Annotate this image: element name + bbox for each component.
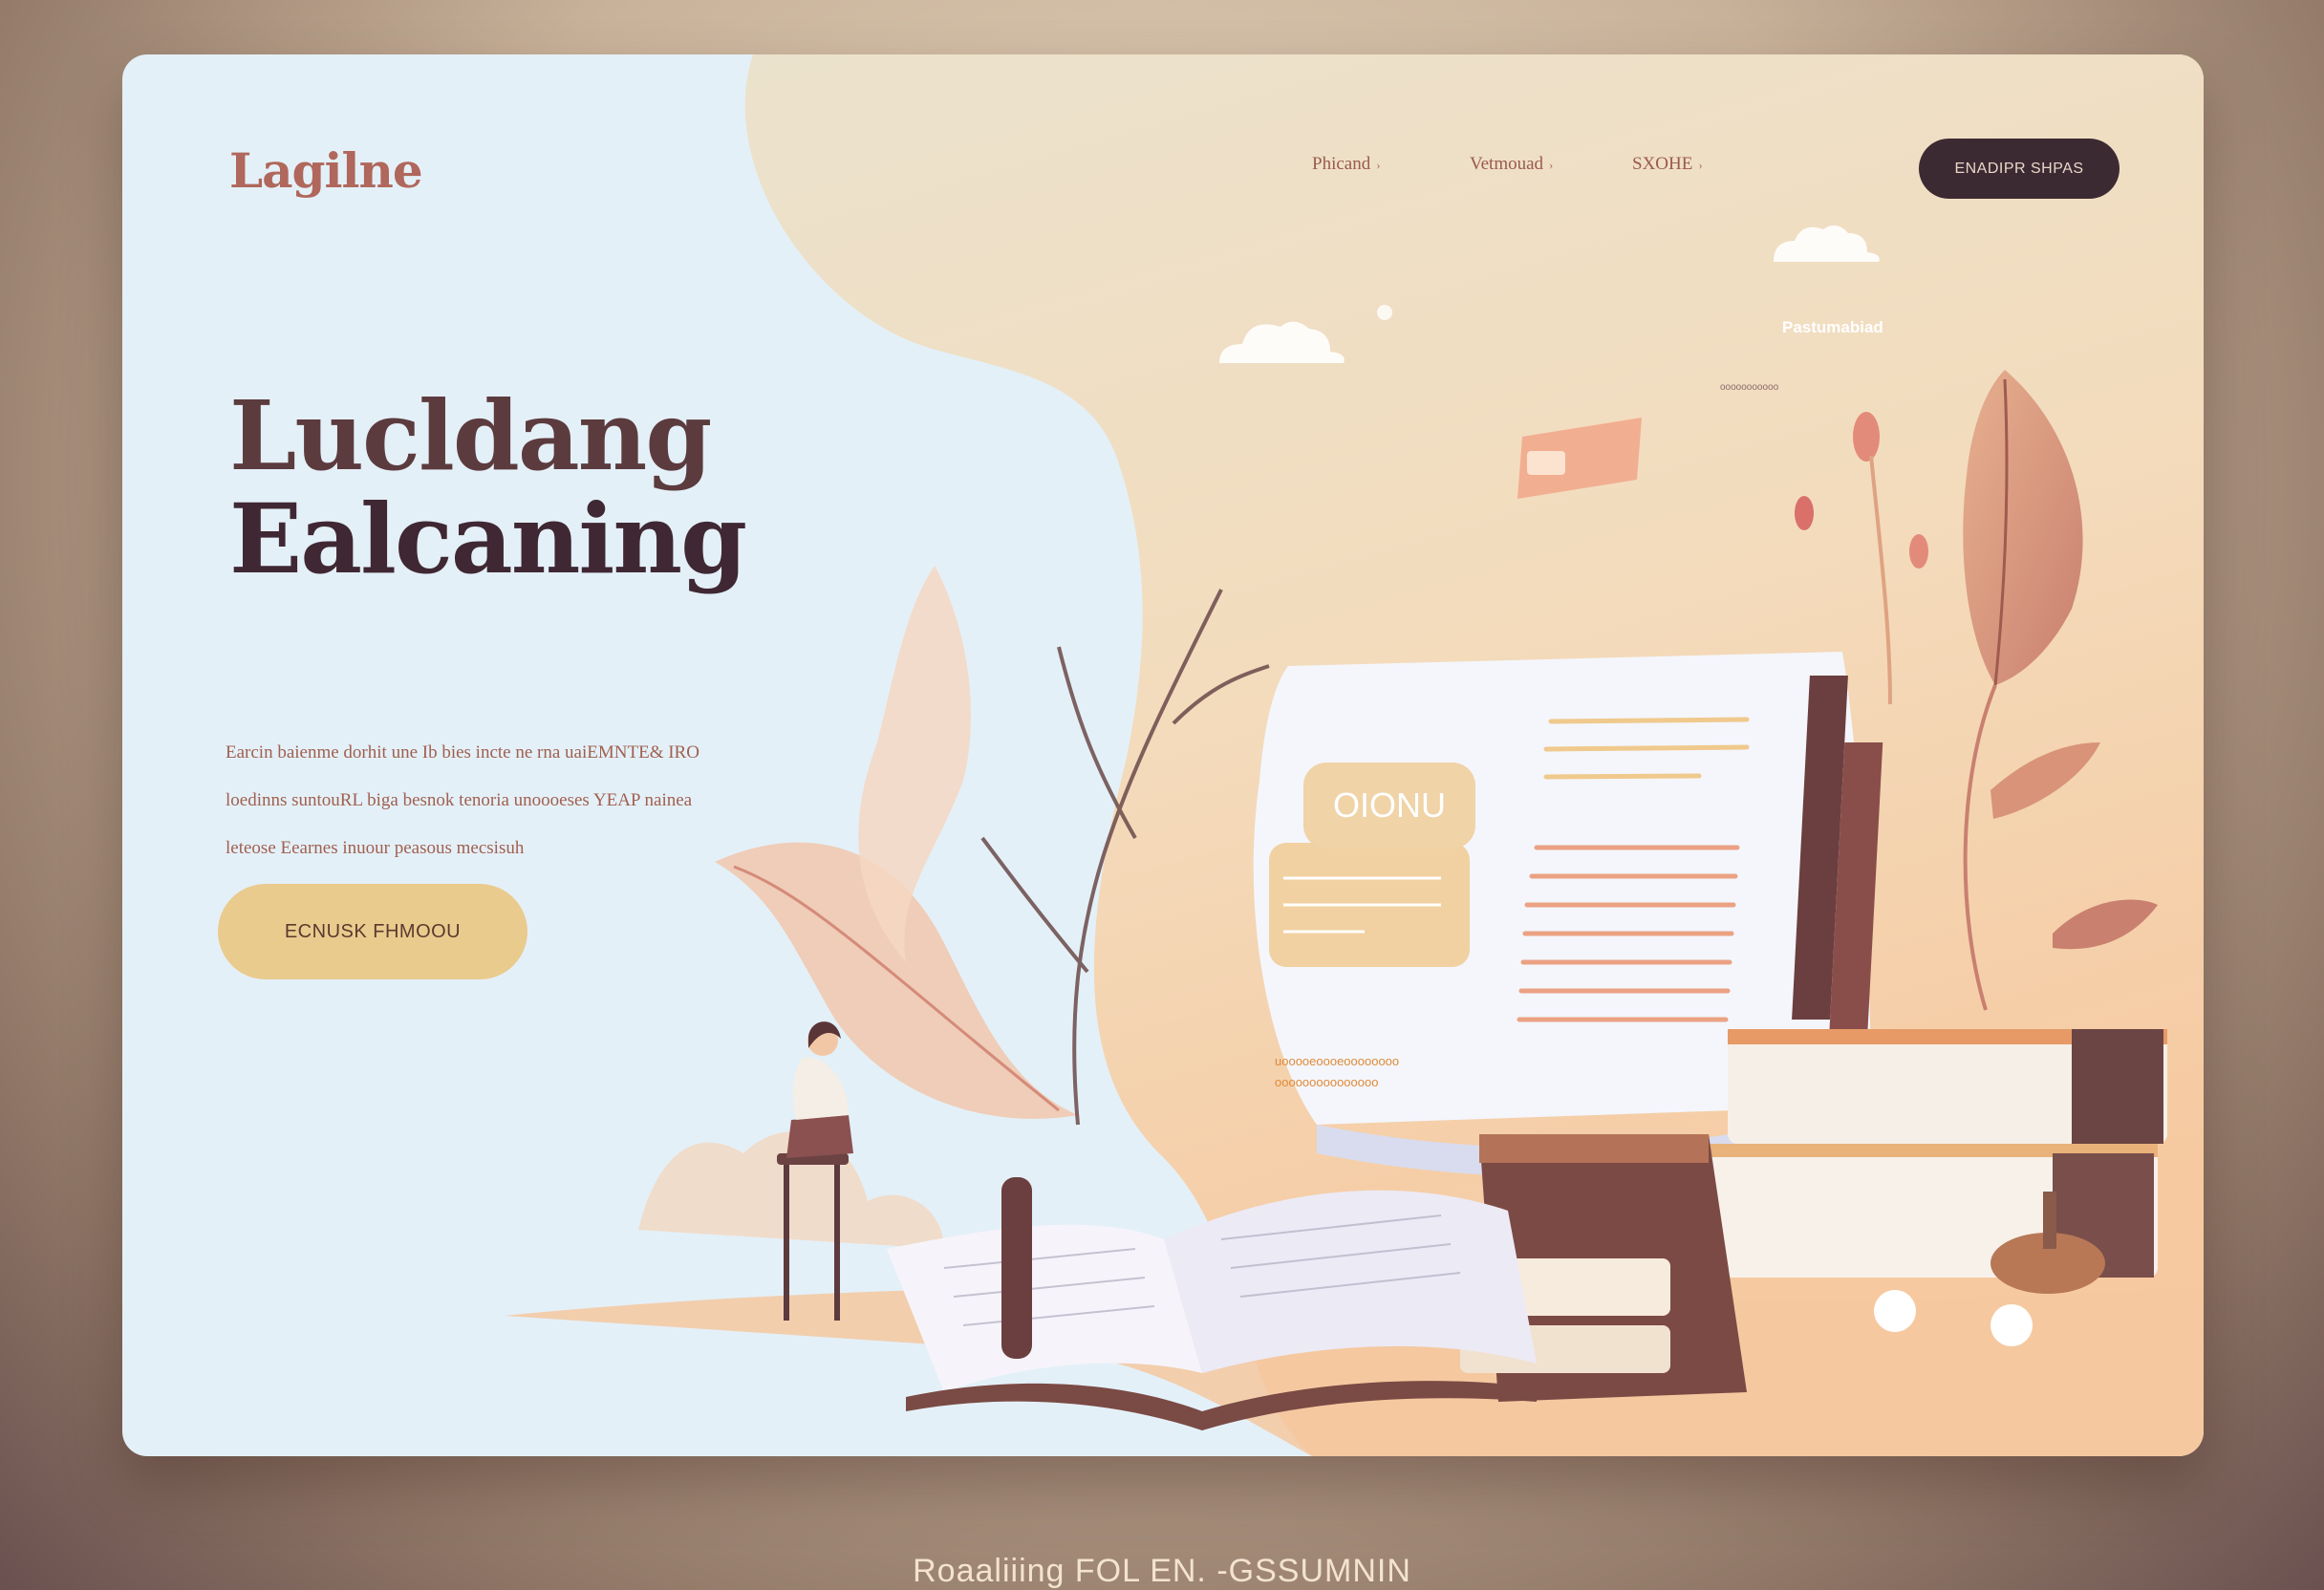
hero-title: Lucldang Ealcaning — [229, 379, 747, 595]
document-badge: OIONU — [1303, 763, 1475, 849]
floating-sublabel: ooooooooooo — [1720, 382, 1779, 393]
nav-item-phicand[interactable]: Phicand › — [1312, 154, 1381, 175]
brand-logo[interactable]: Lagilne — [229, 142, 423, 199]
hero-description-line: loedinns suntouRL biga besnok tenoria un… — [226, 790, 693, 810]
nav-item-label: Vetmouad — [1470, 154, 1544, 174]
hero-description: Earcin baienme dorhit une Ib bies incte … — [226, 742, 818, 886]
landing-page-frame: Lagilne Phicand › Vetmouad › SXOHE › ENADIP… — [122, 54, 2204, 1456]
hero-title-line-1: Lucldang — [229, 379, 712, 492]
document-caption-line: uooooeoooeoooooooo — [1275, 1054, 1400, 1068]
footer-caption: Roaaliiing FOL EN. -GSSUMNIN — [913, 1553, 1411, 1589]
hero-cta-button[interactable]: ECNUSK FHMOOU — [218, 884, 527, 979]
chevron-down-icon: › — [1376, 158, 1381, 172]
nav-item-vetmouad[interactable]: Vetmouad › — [1470, 154, 1553, 175]
hero-title-line-2: Ealcaning — [229, 483, 747, 595]
floating-label: Pastumabiad — [1782, 318, 1883, 336]
nav-item-sxohe[interactable]: SXOHE › — [1632, 154, 1703, 175]
hero-description-line: Earcin baienme dorhit une Ib bies incte … — [226, 742, 699, 763]
chevron-down-icon: › — [1549, 158, 1554, 172]
document-caption: uooooeoooeoooooooo ooooooooooooooo — [1275, 1051, 1399, 1093]
header-cta-button[interactable]: ENADIPR SHPAS — [1919, 139, 2120, 199]
nav-item-label: SXOHE — [1632, 154, 1693, 174]
nav-item-label: Phicand — [1312, 154, 1371, 174]
hero-description-line: leteose Eearnes inuour peasous mecsisuh — [226, 838, 525, 858]
chevron-down-icon: › — [1698, 158, 1703, 172]
document-caption-line: ooooooooooooooo — [1275, 1075, 1379, 1089]
